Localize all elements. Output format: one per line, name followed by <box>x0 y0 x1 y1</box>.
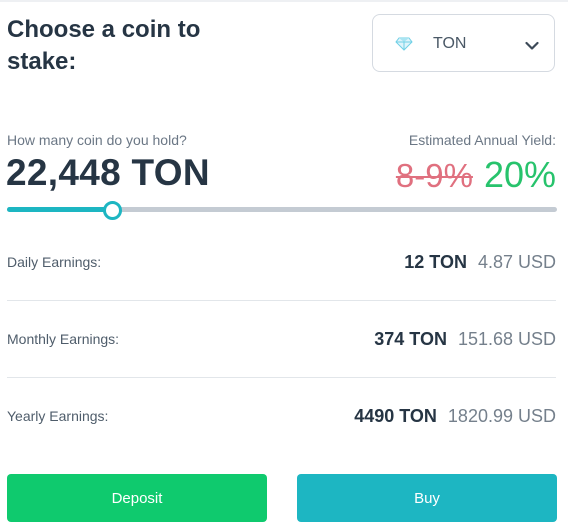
daily-earnings-usd: 4.87 USD <box>477 252 556 272</box>
yearly-earnings-usd: 1820.99 USD <box>447 406 556 426</box>
old-yield-value: 8-9% <box>395 157 473 194</box>
amount-slider[interactable] <box>7 201 557 220</box>
top-divider <box>0 0 568 2</box>
selected-coin-label: TON <box>433 35 467 52</box>
page-title: Choose a coin to stake: <box>7 16 201 75</box>
monthly-earnings-values: 374 TON 151.68 USD <box>374 301 556 379</box>
yearly-earnings-label: Yearly Earnings: <box>7 408 109 424</box>
buy-button[interactable]: Buy <box>297 474 557 522</box>
daily-earnings-row: Daily Earnings: 12 TON 4.87 USD <box>7 224 556 300</box>
yearly-earnings-values: 4490 TON 1820.99 USD <box>354 378 556 456</box>
monthly-earnings-row: Monthly Earnings: 374 TON 151.68 USD <box>7 301 556 377</box>
daily-earnings-label: Daily Earnings: <box>7 254 102 270</box>
ton-diamond-icon <box>395 37 413 51</box>
annual-yield: 8-9% 20% <box>396 154 556 196</box>
yearly-earnings-row: Yearly Earnings: 4490 TON 1820.99 USD <box>7 378 556 454</box>
coin-select-dropdown[interactable]: TON <box>372 14 555 72</box>
monthly-earnings-usd: 151.68 USD <box>457 329 556 349</box>
slider-thumb[interactable] <box>103 201 122 220</box>
yearly-earnings-ton: 4490 TON <box>354 406 437 426</box>
chevron-down-icon <box>525 38 539 50</box>
holding-amount: 22,448 TON <box>6 152 210 193</box>
deposit-button[interactable]: Deposit <box>7 474 267 522</box>
monthly-earnings-ton: 374 TON <box>374 329 447 349</box>
slider-fill <box>7 207 112 212</box>
new-yield-value: 20% <box>483 154 556 195</box>
monthly-earnings-label: Monthly Earnings: <box>7 331 120 347</box>
daily-earnings-values: 12 TON 4.87 USD <box>404 224 556 302</box>
hold-amount-label: How many coin do you hold? <box>7 132 187 148</box>
annual-yield-label: Estimated Annual Yield: <box>408 132 556 148</box>
daily-earnings-ton: 12 TON <box>404 252 467 272</box>
